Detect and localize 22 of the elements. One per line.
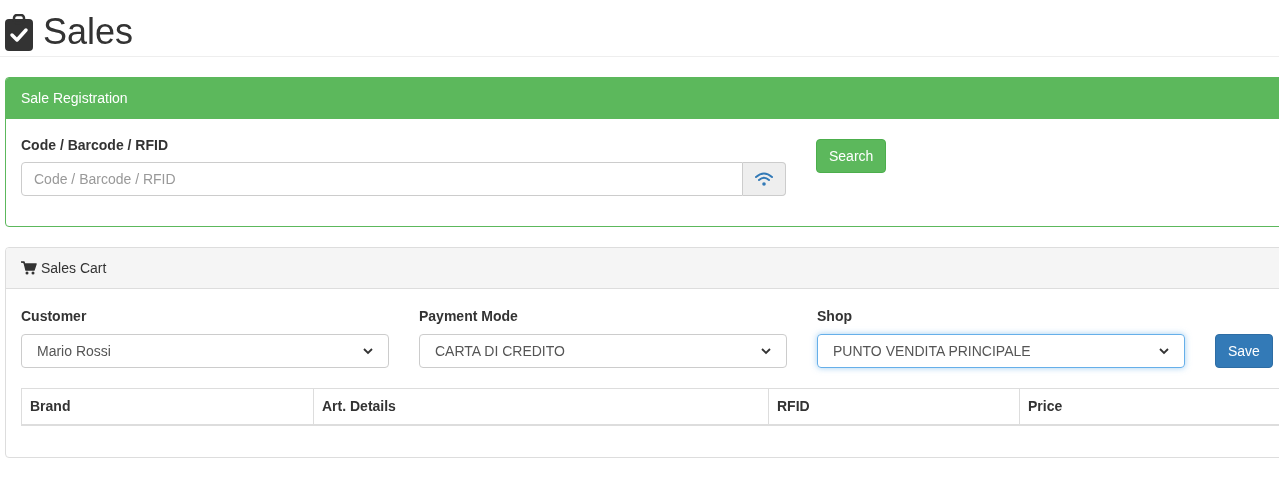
code-input-field[interactable]: Code / Barcode / RFID: [21, 162, 743, 196]
column-header: Brand: [30, 397, 71, 416]
save-button[interactable]: Save: [1215, 334, 1273, 368]
dropdown-select[interactable]: PUNTO VENDITA PRINCIPALE: [817, 334, 1185, 368]
dropdown-select[interactable]: CARTA DI CREDITO: [419, 334, 787, 368]
field-label: Shop: [817, 307, 853, 326]
column-header: RFID: [777, 397, 810, 416]
clipboard-check-icon: [5, 13, 33, 51]
panel-title: Sales Cart: [41, 258, 107, 278]
field-label: Customer: [21, 307, 88, 326]
field-label: Payment Mode: [419, 307, 519, 326]
shopping-cart-icon: [21, 261, 37, 275]
chevron-down-icon: [363, 347, 373, 355]
dropdown-select[interactable]: Mario Rossi: [21, 334, 389, 368]
column-header: Art. Details: [322, 397, 396, 416]
page-title: Sales: [43, 14, 134, 50]
wifi-icon: [755, 172, 773, 186]
chevron-down-icon: [761, 347, 771, 355]
field-label: Code / Barcode / RFID: [21, 136, 170, 155]
column-header: Price: [1028, 397, 1063, 416]
chevron-down-icon: [1159, 347, 1169, 355]
panel-title: Sale Registration: [21, 89, 128, 108]
